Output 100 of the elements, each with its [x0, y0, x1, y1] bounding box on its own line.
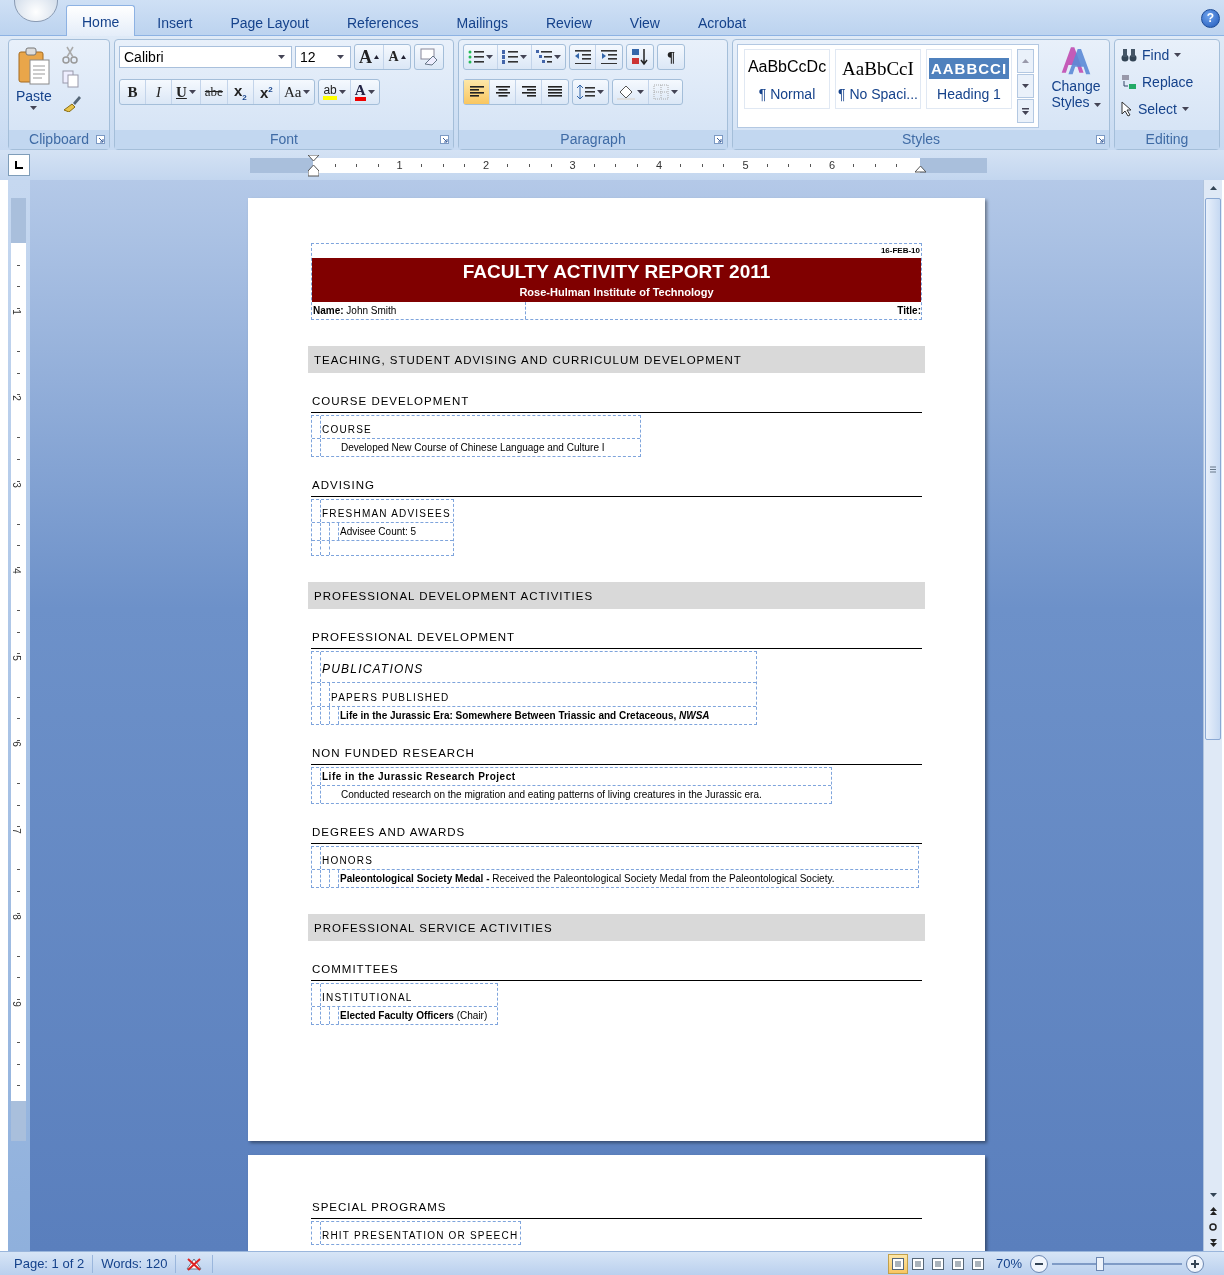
- replace-icon: [1121, 74, 1137, 90]
- shrink-font-icon: [400, 55, 406, 59]
- clipboard-icon: [16, 46, 51, 86]
- dialog-launcher-icon[interactable]: [440, 135, 449, 144]
- ribbon-tab[interactable]: Review: [529, 8, 608, 36]
- view-icon: [911, 1257, 924, 1270]
- ribbon-tab[interactable]: Acrobat: [681, 8, 763, 36]
- align-icon: [469, 86, 484, 98]
- ribbon-tab[interactable]: View: [613, 8, 676, 36]
- ruler-number: 4: [655, 159, 663, 171]
- view-icon: [971, 1257, 984, 1270]
- caret-icon: [278, 55, 285, 59]
- subcategory-label: PAPERS PUBLISHED: [330, 691, 451, 705]
- decrease-indent-icon: [574, 50, 591, 64]
- next-page-icon: [1209, 1239, 1217, 1247]
- bold-button[interactable]: B: [120, 80, 146, 104]
- subsection-heading: NON FUNDED RESEARCH: [311, 747, 922, 765]
- group-label: Font: [115, 130, 453, 149]
- scroll-down-button[interactable]: [1017, 74, 1034, 98]
- caret-icon: [338, 90, 346, 94]
- ruler-number: 5: [742, 159, 749, 171]
- browse-object-icon: [1209, 1223, 1217, 1231]
- brush-icon[interactable]: [61, 94, 82, 112]
- bullets-icon: [468, 50, 484, 64]
- shading-icon: [617, 84, 635, 100]
- indent-marker-icon[interactable]: [915, 166, 926, 173]
- caret-icon: [1093, 103, 1101, 107]
- sort-icon: [631, 48, 649, 66]
- caret-icon: [188, 90, 196, 94]
- zoom-in-button[interactable]: [1186, 1254, 1204, 1273]
- previous-page-icon: [1209, 1207, 1217, 1215]
- superscript-button[interactable]: x$^{2}$: [253, 80, 280, 104]
- ruler-number: 7: [11, 827, 23, 834]
- dialog-launcher-icon[interactable]: [1096, 135, 1105, 144]
- underline-button[interactable]: U: [172, 80, 201, 104]
- shrink-font-button[interactable]: A: [384, 45, 410, 69]
- ribbon-tab[interactable]: Page Layout: [214, 8, 325, 36]
- ribbon-tab[interactable]: Insert: [141, 8, 209, 36]
- ruler-number: 8: [11, 914, 23, 920]
- change-styles-button[interactable]: Change Styles: [1043, 44, 1109, 110]
- font-name-field[interactable]: Calibri: [119, 46, 292, 68]
- caret-icon: [1022, 84, 1029, 88]
- category-label: PUBLICATIONS: [321, 661, 425, 678]
- highlight-button[interactable]: ab: [319, 80, 351, 104]
- ruler-number: 1: [11, 308, 23, 315]
- entry-text: Elected Faculty Officers (Chair): [339, 1009, 489, 1023]
- increase-indent-icon: [601, 50, 617, 64]
- style-gallery-item[interactable]: AaBbCcDc ¶ Normal: [744, 49, 830, 109]
- scrollbar-thumb[interactable]: [1205, 198, 1221, 740]
- paste-button[interactable]: Paste: [12, 44, 56, 112]
- align-icon: [495, 86, 510, 98]
- group-label: Paragraph: [459, 130, 727, 149]
- align-button[interactable]: [464, 80, 490, 104]
- ruler-number: 4: [11, 568, 23, 574]
- category-label: RHIT PRESENTATION OR SPEECH: [321, 1229, 520, 1243]
- group-label: Editing: [1115, 130, 1219, 149]
- subsection-heading: DEGREES AND AWARDS: [311, 826, 922, 844]
- styles-icon: [1060, 44, 1092, 76]
- scrollbar-thumb-icon: [1210, 465, 1216, 473]
- view-button[interactable]: [887, 1253, 908, 1274]
- grow-font-button[interactable]: A: [355, 45, 384, 69]
- subsection-heading: ADVISING: [311, 479, 922, 497]
- change-case-button[interactable]: Aa: [279, 80, 315, 104]
- section-heading: TEACHING, STUDENT ADVISING AND CURRICULUM DEVELOPMENT: [314, 353, 742, 366]
- entry-description: Conducted research on the migration and eating patterns of living creatures in the Jurassic era.: [340, 788, 763, 802]
- category-label: FRESHMAN ADVISEES: [321, 507, 452, 521]
- ribbon-tab[interactable]: Home: [66, 5, 136, 36]
- italic-button[interactable]: I: [146, 80, 172, 104]
- dialog-launcher-icon[interactable]: [96, 135, 105, 144]
- caret-icon: [303, 90, 311, 94]
- caret-icon: [1174, 53, 1182, 57]
- style-gallery-item[interactable]: AaBbCcI ¶ No Spaci...: [835, 49, 921, 109]
- caret-icon: [520, 55, 527, 59]
- replace-button[interactable]: Replace: [1117, 69, 1198, 95]
- subscript-button[interactable]: x$_{2}$: [227, 80, 254, 104]
- caret-icon: [597, 90, 604, 94]
- proofing-icon[interactable]: [184, 1255, 205, 1272]
- zoom-out-button[interactable]: [1030, 1254, 1048, 1273]
- show-formatting-button[interactable]: ¶: [658, 45, 684, 69]
- report-title: FACULTY ACTIVITY REPORT 2011: [461, 260, 772, 284]
- group-label: Styles: [733, 130, 1109, 149]
- style-gallery-item[interactable]: AABBCCI Heading 1: [926, 49, 1012, 109]
- find-button[interactable]: Find: [1117, 42, 1186, 68]
- tab-selector-button[interactable]: [8, 154, 30, 176]
- indent-marker-icon[interactable]: [308, 155, 319, 177]
- ribbon-tab[interactable]: Mailings: [440, 8, 524, 36]
- font-size-field[interactable]: 12: [295, 46, 351, 68]
- zoom-in-icon: [1191, 1259, 1199, 1268]
- dialog-launcher-icon[interactable]: [714, 135, 723, 144]
- caret-icon: [486, 55, 493, 59]
- caret-icon: [30, 106, 38, 110]
- caret-icon: [671, 90, 678, 94]
- tab-selector-icon: [14, 160, 24, 170]
- category-label: INSTITUTIONAL: [321, 991, 414, 1005]
- more-button[interactable]: [1017, 99, 1034, 123]
- font-color-button[interactable]: A: [350, 80, 379, 104]
- strikethrough-button[interactable]: abe: [200, 80, 228, 104]
- entry-text: Paleontological Society Medal - Received the Paleontological Society Medal from the Paleontological Society.: [339, 872, 836, 886]
- ribbon-tab[interactable]: References: [331, 8, 435, 36]
- select-button[interactable]: Select: [1117, 96, 1193, 122]
